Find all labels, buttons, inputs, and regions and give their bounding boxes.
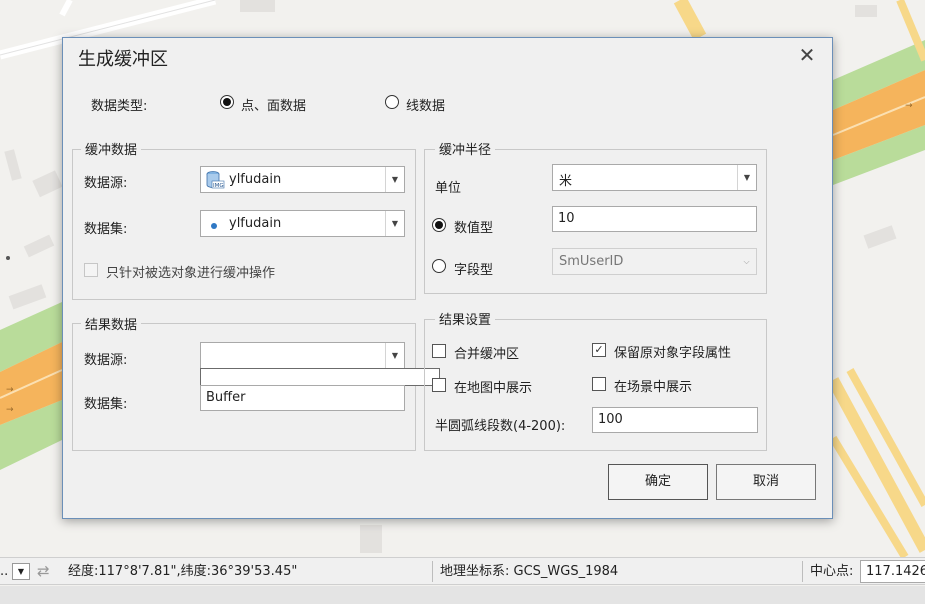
svg-text:→: →: [6, 385, 14, 395]
result-dataset-label: 数据集:: [84, 397, 128, 412]
result-datasource-label: 数据源:: [84, 353, 128, 368]
chevron-down-icon[interactable]: ▼: [385, 343, 404, 368]
swap-icon[interactable]: ⇄: [37, 558, 57, 585]
radio-numeric-label[interactable]: 数值型: [454, 217, 493, 236]
chevron-down-icon[interactable]: ▼: [385, 211, 404, 236]
status-bar: .. ▼ ⇄ 经度:117°8'7.81",纬度:36°39'53.45" 地理…: [0, 557, 925, 585]
field-combo[interactable]: SmUserID ⌵: [552, 248, 757, 275]
arc-segments-label: 半圆弧线段数(4-200):: [435, 419, 566, 434]
source-datasource-value: ylfudain: [229, 172, 282, 187]
bottom-strip: [0, 586, 925, 604]
ok-button[interactable]: 确定: [608, 464, 708, 500]
center-point-label: 中心点:: [810, 564, 854, 579]
radio-line-label[interactable]: 线数据: [406, 95, 445, 114]
result-datasource-dropdown-list[interactable]: [200, 368, 440, 386]
radio-field[interactable]: [432, 259, 446, 273]
status-left-combo[interactable]: .. ▼: [0, 558, 34, 585]
show-in-scene-label: 在场景中展示: [614, 380, 693, 395]
keep-fields-checkbox[interactable]: ✓: [592, 343, 606, 357]
radio-point-polygon[interactable]: [220, 95, 234, 109]
cancel-button[interactable]: 取消: [716, 464, 816, 500]
chevron-down-icon[interactable]: ⌵: [737, 249, 756, 274]
buffer-data-group-title: 缓冲数据: [81, 139, 142, 158]
radius-value-input[interactable]: 10: [552, 206, 757, 232]
coordinates-readout: 经度:117°8'7.81",纬度:36°39'53.45": [68, 564, 298, 579]
keep-fields-label: 保留原对象字段属性: [614, 346, 732, 361]
merge-buffer-checkbox[interactable]: [432, 344, 446, 358]
chevron-down-icon[interactable]: ▼: [737, 165, 756, 190]
source-dataset-value: ylfudain: [229, 216, 282, 231]
unit-value: 米: [559, 174, 573, 189]
result-dataset-input[interactable]: Buffer: [200, 385, 405, 411]
source-datasource-label: 数据源:: [84, 176, 128, 191]
unit-combo[interactable]: 米 ▼: [552, 164, 757, 191]
crs-readout: 地理坐标系: GCS_WGS_1984: [440, 564, 619, 579]
merge-buffer-label: 合并缓冲区: [454, 347, 520, 362]
show-in-map-checkbox[interactable]: [432, 378, 446, 392]
chevron-down-icon[interactable]: ▼: [12, 563, 30, 580]
result-data-group-title: 结果数据: [81, 314, 142, 333]
point-dataset-icon: [210, 219, 218, 234]
show-in-map-label: 在地图中展示: [454, 381, 533, 396]
status-separator: [432, 561, 433, 582]
arc-segments-input[interactable]: 100: [592, 407, 758, 433]
data-type-label: 数据类型:: [91, 99, 148, 114]
result-datasource-combo[interactable]: ▼: [200, 342, 405, 369]
svg-text:→: →: [6, 405, 14, 415]
center-point-input[interactable]: 117.1426: [860, 560, 925, 583]
source-dataset-label: 数据集:: [84, 222, 128, 237]
svg-text:IMG: IMG: [213, 183, 224, 189]
result-settings-group-title: 结果设置: [435, 309, 496, 328]
status-separator: [802, 561, 803, 582]
radio-line[interactable]: [385, 95, 399, 109]
field-value: SmUserID: [559, 254, 624, 269]
unit-label: 单位: [435, 181, 462, 196]
datasource-db-icon: IMG: [205, 170, 225, 194]
selected-only-checkbox[interactable]: [84, 263, 98, 277]
source-datasource-combo[interactable]: IMG ylfudain ▼: [200, 166, 405, 193]
buffer-dialog: 生成缓冲区 ✕ 数据类型: 点、面数据 线数据 缓冲数据 数据源: IMG yl…: [62, 37, 833, 519]
dialog-title: 生成缓冲区: [78, 49, 168, 70]
radio-field-label[interactable]: 字段型: [454, 259, 493, 278]
chevron-down-icon[interactable]: ▼: [385, 167, 404, 192]
source-dataset-combo[interactable]: ylfudain ▼: [200, 210, 405, 237]
show-in-scene-checkbox[interactable]: [592, 377, 606, 391]
buffer-radius-group-title: 缓冲半径: [435, 139, 496, 158]
selected-only-label: 只针对被选对象进行缓冲操作: [106, 266, 276, 281]
svg-text:→: →: [905, 101, 913, 111]
radio-numeric[interactable]: [432, 218, 446, 232]
ellipsis-icon: ..: [0, 564, 9, 579]
radio-point-polygon-label[interactable]: 点、面数据: [241, 95, 306, 114]
close-icon[interactable]: ✕: [796, 45, 818, 67]
